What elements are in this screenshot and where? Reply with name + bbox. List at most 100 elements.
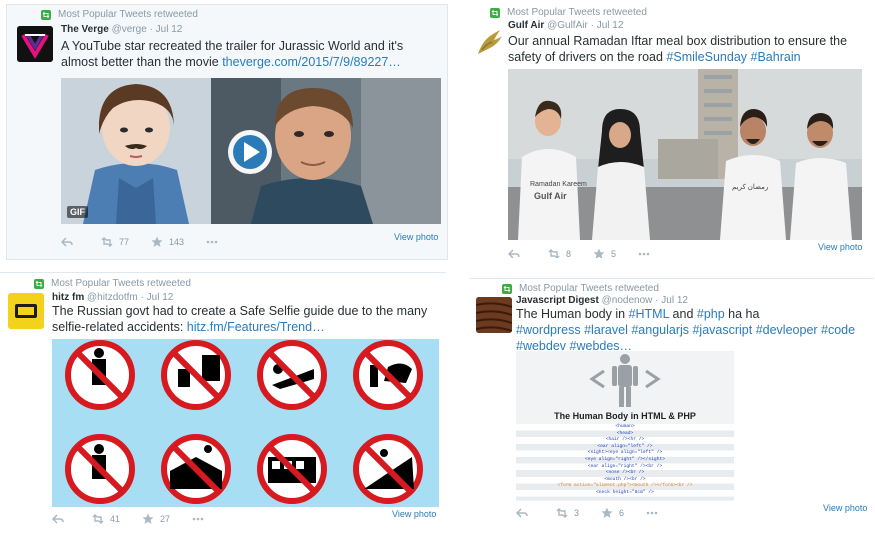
tweet-media[interactable] [52,339,439,507]
tweet-text: Our annual Ramadan Iftar meal box distri… [508,33,868,65]
gif-badge: GIF [67,206,88,218]
avatar[interactable] [470,24,506,60]
tweet-media[interactable]: The Human Body in HTML & PHP <human> <he… [516,351,734,501]
safe-selfie-guide-image [52,339,439,507]
author-handle[interactable]: @GulfAir [547,20,588,31]
view-photo-link[interactable]: View photo [818,242,862,252]
hashtag-link[interactable]: #HTML [629,307,670,321]
retweet-icon [556,508,568,518]
favorite-icon [151,236,163,247]
prohibition-sign [353,340,423,410]
reply-button[interactable] [508,248,526,258]
tweet-media[interactable]: GIF [61,78,441,224]
context-label: Most Popular Tweets retweeted [58,9,198,20]
tweet-date[interactable]: Jul 12 [661,295,688,306]
tweet-gulfair[interactable]: Most Popular Tweets retweeted Gulf Air @… [466,2,874,258]
prohibition-sign [257,340,327,410]
retweet-count: 41 [110,514,121,524]
avatar[interactable] [8,293,44,329]
tweet-header: Javascript Digest @nodenow · Jul 12 [516,295,688,306]
tweet-header: Gulf Air @GulfAir · Jul 12 [508,20,623,31]
separator: · [140,292,144,303]
avatar[interactable] [17,26,53,62]
retweet-context-icon [502,283,512,294]
code-line: <human> [615,424,635,429]
more-button[interactable] [646,507,664,519]
code-line: <hair /><hr /> [605,437,645,443]
retweet-button[interactable]: 77 [101,236,129,248]
author-name[interactable]: Gulf Air [508,20,544,31]
context-label: Most Popular Tweets retweeted [507,7,647,18]
hashtags-line[interactable]: #wordpress #laravel #angularjs #javascri… [516,323,855,353]
favorite-button[interactable]: 5 [593,248,616,258]
tweet-text-body: ha ha [724,307,760,321]
prohibition-sign [65,434,135,504]
reply-button[interactable] [52,513,70,525]
reply-icon [52,514,64,524]
code-line: <neck height="8cm" /> [596,489,654,495]
author-name[interactable]: Javascript Digest [516,295,599,306]
retweet-context: Most Popular Tweets retweeted [502,283,659,294]
view-photo-link[interactable]: View photo [392,509,436,519]
favorite-icon [142,513,154,524]
hitzfm-logo-icon [8,293,44,329]
tweet-header: hitz fm @hitzdotfm · Jul 12 [52,292,173,303]
favorite-button[interactable]: 6 [601,507,624,519]
tweet-date[interactable]: Jul 12 [597,20,624,31]
favorite-icon [601,507,613,518]
prohibition-sign [257,434,327,504]
tweet-text: The Russian govt had to create a Safe Se… [52,303,437,335]
separator: · [655,295,659,306]
tweet-text-body: and [669,307,697,321]
tweet-date[interactable]: Jul 12 [156,24,183,35]
avatar[interactable] [476,297,512,333]
view-photo-link[interactable]: View photo [394,232,438,242]
tweet-media[interactable]: Ramadan Kareem Gulf Air رمضان كريم [508,69,862,240]
reply-button[interactable] [61,236,79,248]
code-line: <eye align="right" /></sight> [585,456,665,462]
retweet-button[interactable]: 8 [548,248,571,258]
favorite-count: 5 [611,249,617,258]
more-icon [192,517,204,521]
tweet-date[interactable]: Jul 12 [147,292,174,303]
tweet-link[interactable]: hitz.fm/Features/Trend… [187,320,325,334]
jurassic-gif-image [61,78,441,224]
more-button[interactable] [638,248,656,258]
shirt-brand: Gulf Air [534,191,567,201]
retweet-context-icon [41,9,51,20]
tweet-hitzfm[interactable]: Most Popular Tweets retweeted hitz fm @h… [0,272,446,528]
code-line: <form action="aliment.php"><mouth /></fo… [557,483,693,489]
more-button[interactable] [206,236,224,248]
favorite-button[interactable]: 27 [142,513,170,525]
more-icon [206,240,218,244]
retweet-button[interactable]: 3 [556,507,579,519]
favorite-icon [593,248,605,258]
code-line: <sight><eye align="left" /> [587,450,663,456]
hashtag-link[interactable]: #php [697,307,725,321]
tweet-text: A YouTube star recreated the trailer for… [61,38,441,70]
favorite-button[interactable]: 143 [151,236,184,248]
hashtag-link[interactable]: #SmileSunday [666,50,747,64]
author-name[interactable]: hitz fm [52,292,84,303]
hashtag-link[interactable]: #Bahrain [751,50,801,64]
author-handle[interactable]: @hitzdotfm [87,292,138,303]
tweet-header: The Verge @verge · Jul 12 [61,24,182,35]
context-label: Most Popular Tweets retweeted [519,283,659,294]
retweet-count: 77 [119,237,130,247]
shirt-arabic-print: رمضان كريم [732,184,769,191]
reply-button[interactable] [516,507,534,519]
more-button[interactable] [192,513,210,525]
favorite-count: 6 [619,508,625,518]
shirt-print: Ramadan Kareem [530,181,587,188]
tweet-verge[interactable]: Most Popular Tweets retweeted The Verge … [6,4,448,260]
view-photo-link[interactable]: View photo [823,503,867,513]
separator: · [590,20,594,31]
author-name[interactable]: The Verge [61,24,109,35]
retweet-button[interactable]: 41 [92,513,120,525]
tweet-link[interactable]: theverge.com/2015/7/9/89227… [222,55,401,69]
retweet-context: Most Popular Tweets retweeted [41,9,198,20]
author-handle[interactable]: @verge [112,24,147,35]
tweet-javascriptdigest[interactable]: Most Popular Tweets retweeted Javascript… [470,278,874,524]
author-handle[interactable]: @nodenow [602,295,653,306]
retweet-context: Most Popular Tweets retweeted [34,278,191,289]
